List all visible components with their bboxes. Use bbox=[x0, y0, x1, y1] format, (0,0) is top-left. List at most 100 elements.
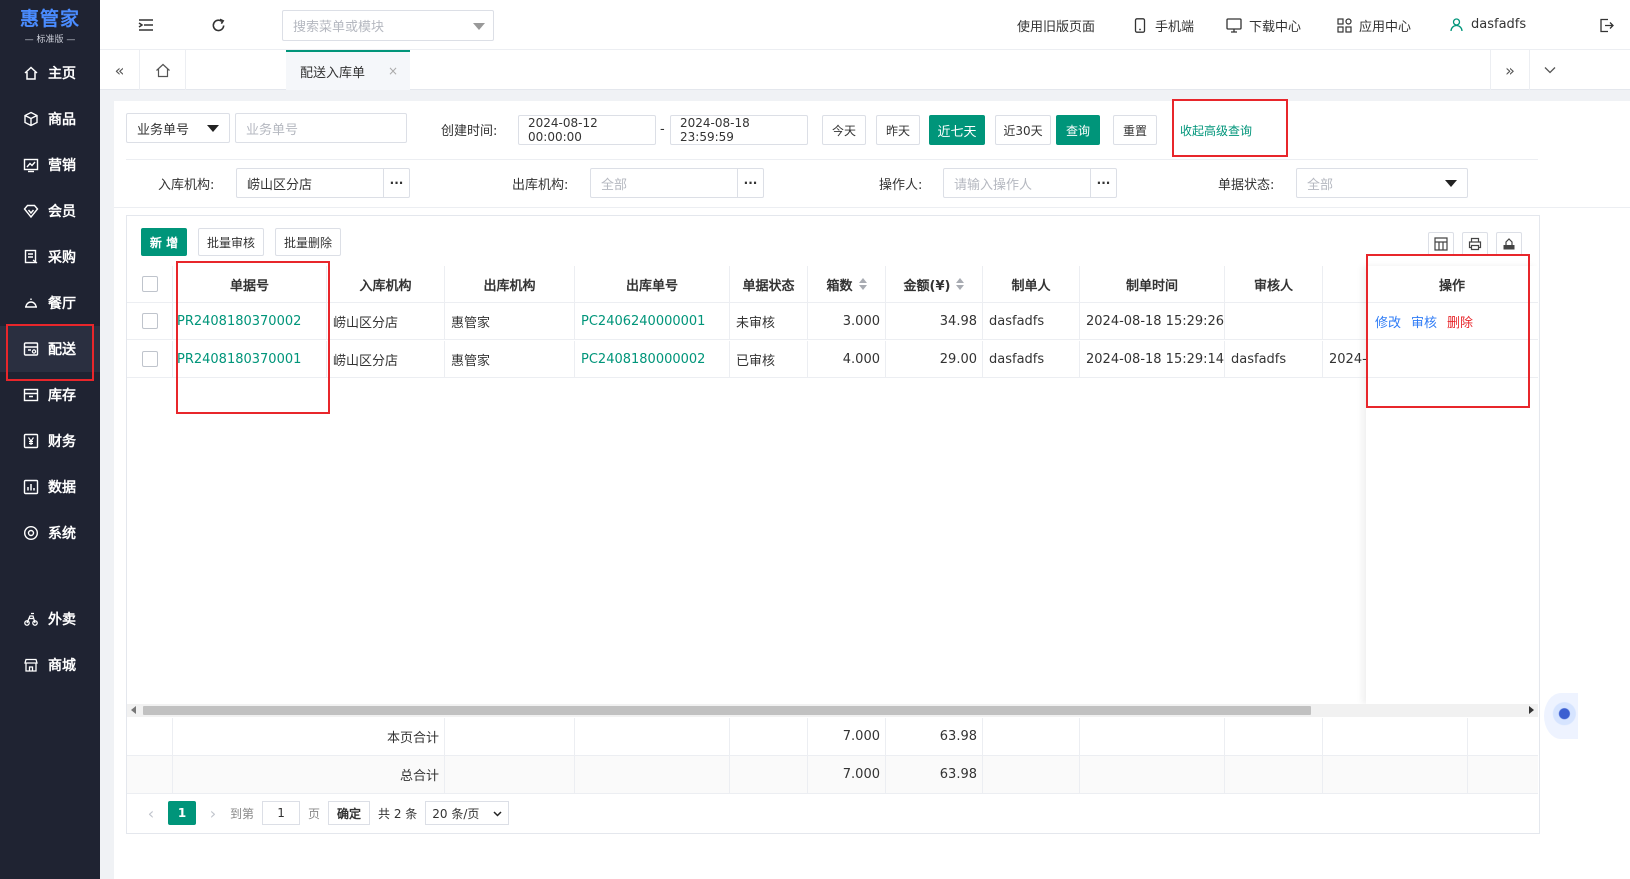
sidebar-item-marketing[interactable]: 营销 bbox=[0, 142, 100, 188]
menu-toggle-icon[interactable] bbox=[136, 15, 156, 35]
sidebar-item-member[interactable]: 会员 bbox=[0, 188, 100, 234]
date-start-input[interactable]: 2024-08-12 00:00:00 bbox=[518, 115, 656, 145]
header-auditor[interactable]: 审核人 bbox=[1225, 266, 1323, 302]
table-row[interactable]: PR2408180370001 崂山区分店 惠管家 PC240818000000… bbox=[127, 341, 1538, 378]
mobile-link[interactable]: 手机端 bbox=[1132, 16, 1194, 35]
home-tab-icon[interactable] bbox=[140, 50, 186, 90]
sidebar-item-delivery[interactable]: 配送 bbox=[0, 326, 100, 372]
download-center-link[interactable]: 下载中心 bbox=[1226, 16, 1301, 35]
mobile-label: 手机端 bbox=[1155, 20, 1195, 35]
batch-delete-button[interactable]: 批量删除 bbox=[275, 228, 341, 256]
user-menu[interactable]: dasfadfs bbox=[1448, 16, 1526, 32]
doc-no-input[interactable]: 业务单号 bbox=[235, 113, 407, 143]
old-page-link[interactable]: 使用旧版页面 bbox=[1017, 16, 1095, 35]
export-icon[interactable] bbox=[1496, 232, 1522, 256]
header-in-org[interactable]: 入库机构 bbox=[327, 266, 445, 302]
header-out-no[interactable]: 出库单号 bbox=[575, 266, 730, 302]
status-select[interactable]: 全部 bbox=[1296, 168, 1468, 198]
prev-page-icon[interactable]: ‹ bbox=[140, 804, 162, 823]
header-doc-no[interactable]: 单据号 bbox=[173, 266, 327, 302]
doc-type-select[interactable]: 业务单号 bbox=[126, 113, 230, 143]
doc-no-link[interactable]: PR2408180370001 bbox=[173, 341, 327, 377]
app-logo[interactable]: 惠管家 — 标准版 — bbox=[0, 0, 100, 48]
page-unit-label: 页 bbox=[308, 806, 321, 821]
tabs-scroll-left-icon[interactable]: « bbox=[100, 50, 140, 90]
yesterday-button[interactable]: 昨天 bbox=[876, 115, 920, 145]
out-no-link[interactable]: PC2408180000002 bbox=[575, 341, 730, 377]
row-checkbox[interactable] bbox=[141, 351, 158, 367]
page-1-button[interactable]: 1 bbox=[168, 801, 196, 825]
sort-icon[interactable] bbox=[956, 278, 965, 290]
logout-icon[interactable] bbox=[1596, 15, 1616, 35]
sort-icon[interactable] bbox=[858, 278, 867, 290]
select-all-checkbox[interactable] bbox=[141, 276, 158, 292]
tabs-menu-chevron-down-icon[interactable] bbox=[1530, 50, 1570, 90]
edit-link[interactable]: 修改 bbox=[1375, 312, 1401, 331]
tab-delivery-receipt[interactable]: 配送入库单 × bbox=[286, 50, 410, 90]
sidebar-item-goods[interactable]: 商品 bbox=[0, 96, 100, 142]
scroll-right-icon[interactable] bbox=[1529, 706, 1534, 714]
header-make-time[interactable]: 制单时间 bbox=[1080, 266, 1225, 302]
audit-link[interactable]: 审核 bbox=[1411, 312, 1437, 331]
sidebar-item-takeout[interactable]: 外卖 bbox=[0, 596, 100, 642]
menu-search-select[interactable]: 搜索菜单或模块 bbox=[282, 10, 494, 41]
goto-confirm-button[interactable]: 确定 bbox=[328, 801, 371, 825]
divider bbox=[114, 207, 1630, 208]
scroll-left-icon[interactable] bbox=[131, 706, 136, 714]
last-30-days-button[interactable]: 近30天 bbox=[995, 115, 1051, 145]
in-org-label: 入库机构: bbox=[158, 178, 215, 193]
summary-empty-cell bbox=[575, 718, 730, 755]
scroll-thumb[interactable] bbox=[143, 706, 1311, 715]
header-out-org[interactable]: 出库机构 bbox=[445, 266, 575, 302]
reset-button[interactable]: 重置 bbox=[1113, 115, 1157, 145]
sidebar-item-data[interactable]: 数据 bbox=[0, 464, 100, 510]
horizontal-scrollbar[interactable] bbox=[127, 704, 1538, 717]
more-icon[interactable]: ··· bbox=[1090, 169, 1116, 197]
delete-link[interactable]: 删除 bbox=[1447, 312, 1473, 331]
tab-close-icon[interactable]: × bbox=[388, 64, 398, 78]
page-size-select[interactable]: 20 条/页 bbox=[425, 801, 510, 825]
row-checkbox[interactable] bbox=[141, 313, 158, 329]
in-org-cell: 崂山区分店 bbox=[327, 341, 445, 377]
more-icon[interactable]: ··· bbox=[737, 169, 763, 197]
summary-empty-cell bbox=[730, 718, 808, 755]
username: dasfadfs bbox=[1471, 16, 1527, 32]
next-page-icon[interactable]: › bbox=[202, 804, 224, 823]
old-page-label: 使用旧版页面 bbox=[1017, 20, 1096, 35]
collapse-advanced-query-link[interactable]: 收起高级查询 bbox=[1180, 122, 1252, 139]
date-end-input[interactable]: 2024-08-18 23:59:59 bbox=[670, 115, 808, 145]
more-icon[interactable]: ··· bbox=[383, 169, 409, 197]
column-settings-icon[interactable] bbox=[1428, 232, 1454, 256]
header-maker[interactable]: 制单人 bbox=[983, 266, 1080, 302]
add-button[interactable]: 新 增 bbox=[141, 228, 187, 256]
sidebar-item-inventory[interactable]: 库存 bbox=[0, 372, 100, 418]
query-button[interactable]: 查询 bbox=[1056, 115, 1100, 145]
sidebar-item-home[interactable]: 主页 bbox=[0, 50, 100, 96]
sidebar-item-system[interactable]: 系统 bbox=[0, 510, 100, 556]
app-center-link[interactable]: 应用中心 bbox=[1336, 16, 1411, 35]
sidebar-item-restaurant[interactable]: 餐厅 bbox=[0, 280, 100, 326]
header-amount[interactable]: 金额(¥) bbox=[886, 266, 983, 302]
header-boxes[interactable]: 箱数 bbox=[808, 266, 886, 302]
table-row[interactable]: PR2408180370002 崂山区分店 惠管家 PC240624000000… bbox=[127, 303, 1538, 340]
tabs-scroll-right-icon[interactable]: » bbox=[1490, 50, 1530, 90]
floating-assistant-icon[interactable] bbox=[1544, 693, 1578, 739]
out-no-link[interactable]: PC2406240000001 bbox=[575, 303, 730, 339]
last-7-days-button[interactable]: 近七天 bbox=[929, 115, 985, 145]
goto-page-input[interactable]: 1 bbox=[262, 801, 301, 825]
operator-input[interactable]: 请输入操作人 ··· bbox=[943, 168, 1117, 198]
print-icon[interactable] bbox=[1462, 232, 1488, 256]
doc-no-link[interactable]: PR2408180370002 bbox=[173, 303, 327, 339]
sidebar-item-mall[interactable]: 商城 bbox=[0, 642, 100, 688]
sidebar-item-finance[interactable]: 财务 bbox=[0, 418, 100, 464]
today-button[interactable]: 今天 bbox=[822, 115, 866, 145]
batch-audit-button[interactable]: 批量审核 bbox=[198, 228, 264, 256]
refresh-icon[interactable] bbox=[208, 15, 228, 35]
out-org-input[interactable]: 全部 ··· bbox=[590, 168, 764, 198]
yen-icon bbox=[22, 432, 40, 450]
in-org-input[interactable]: 崂山区分店 ··· bbox=[236, 168, 410, 198]
header-status[interactable]: 单据状态 bbox=[730, 266, 808, 302]
sidebar-item-purchase[interactable]: 采购 bbox=[0, 234, 100, 280]
dining-icon bbox=[22, 294, 40, 312]
created-time-label: 创建时间: bbox=[441, 124, 498, 139]
